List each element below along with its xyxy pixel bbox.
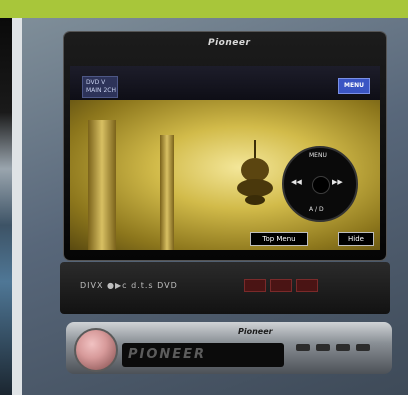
brand-logo-top: Pioneer xyxy=(208,38,251,48)
dpad-top-label: MENU xyxy=(309,152,327,159)
navigation-pad[interactable]: MENU ◀◀ ▶▶ A / D xyxy=(282,146,358,222)
status-bar: DVD V MAIN 2CH MENU xyxy=(70,66,380,100)
video-frame: MENU ◀◀ ▶▶ A / D Top Menu Hide xyxy=(70,100,380,250)
product-photo: Pioneer DVD V MAIN 2CH MENU MENU ◀◀ ▶▶ A… xyxy=(0,0,408,395)
divider-gap xyxy=(12,18,22,395)
dpad-bottom-label: A / D xyxy=(309,206,324,213)
format-logos: DIVX ●▶c d.t.s DVD xyxy=(80,281,178,290)
top-menu-button[interactable]: Top Menu xyxy=(250,232,308,246)
rewind-icon[interactable]: ◀◀ xyxy=(291,178,302,186)
panel-button-2[interactable] xyxy=(270,279,292,292)
faceplate-button-4[interactable] xyxy=(356,344,370,351)
source-indicator: DVD V MAIN 2CH xyxy=(82,76,118,98)
hide-button[interactable]: Hide xyxy=(338,232,374,246)
brand-logo-faceplate: Pioneer xyxy=(238,327,273,336)
audio-mode-label: MAIN 2CH xyxy=(86,87,116,94)
pillar-mid xyxy=(160,135,174,250)
volume-knob[interactable] xyxy=(74,328,118,372)
green-header-band xyxy=(0,0,408,18)
chandelier-shape xyxy=(237,140,273,205)
faceplate-button-2[interactable] xyxy=(316,344,330,351)
head-unit-screen: DVD V MAIN 2CH MENU MENU ◀◀ ▶▶ A / D Top xyxy=(70,66,380,250)
panel-button-3[interactable] xyxy=(296,279,318,292)
menu-button[interactable]: MENU xyxy=(338,78,370,94)
adjacent-photo-strip xyxy=(0,18,12,395)
select-button[interactable] xyxy=(312,176,330,194)
fast-forward-icon[interactable]: ▶▶ xyxy=(332,178,343,186)
pillar-left xyxy=(88,120,116,250)
faceplate-button-3[interactable] xyxy=(336,344,350,351)
source-label: DVD V xyxy=(86,79,106,86)
faceplate-button-1[interactable] xyxy=(296,344,310,351)
panel-button-1[interactable] xyxy=(244,279,266,292)
brand-display-text: PIONEER xyxy=(128,347,207,362)
